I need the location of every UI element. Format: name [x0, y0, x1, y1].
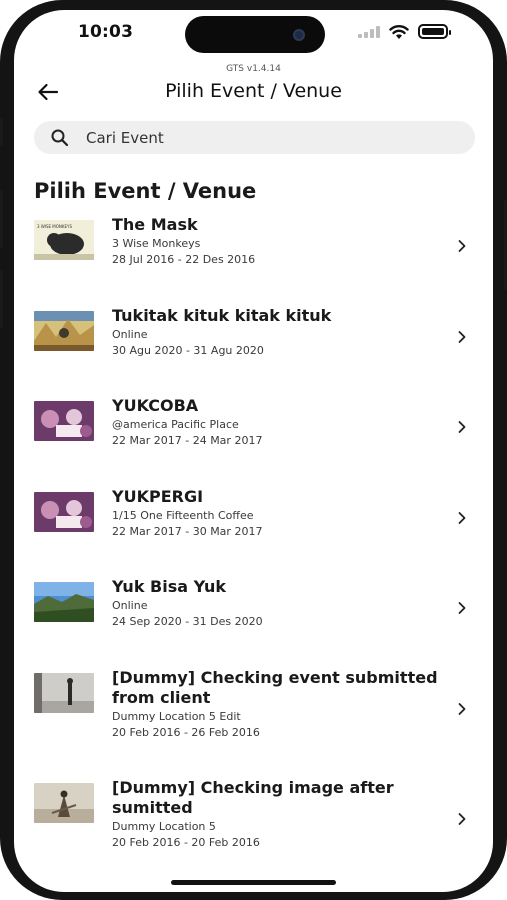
- home-indicator[interactable]: [171, 880, 336, 885]
- event-item-the-mask[interactable]: 3 WISE MONKEYS The Mask 3 Wise Monkeys 2…: [14, 213, 493, 304]
- camera-icon: [293, 29, 305, 41]
- screen: 10:03 GTS v1.4.14 Pilih Event / Venue Ca…: [14, 10, 493, 892]
- side-button-volume-down: [0, 270, 3, 328]
- event-dates: 22 Mar 2017 - 24 Mar 2017: [112, 434, 263, 447]
- event-dates: 30 Agu 2020 - 31 Agu 2020: [112, 343, 264, 357]
- event-dates: 20 Feb 2016 - 26 Feb 2016: [112, 725, 260, 739]
- chevron-right-icon: [458, 602, 466, 614]
- chevron-right-icon: [458, 812, 466, 825]
- event-dates: 28 Jul 2016 - 22 Des 2016: [112, 253, 256, 266]
- event-dates: 24 Sep 2020 - 31 Des 2020: [112, 615, 263, 628]
- event-venue: Dummy Location 5 Edit: [112, 709, 241, 723]
- status-time: 10:03: [78, 22, 134, 42]
- chevron-right-icon: [458, 240, 466, 252]
- event-venue: Dummy Location 5: [112, 819, 216, 833]
- phone-frame: 10:03 GTS v1.4.14 Pilih Event / Venue Ca…: [0, 0, 507, 900]
- event-thumbnail: [34, 782, 94, 823]
- event-dates: 22 Mar 2017 - 30 Mar 2017: [112, 524, 263, 538]
- chevron-right-icon: [458, 421, 466, 433]
- event-venue: Online: [112, 599, 148, 612]
- section-title: Pilih Event / Venue: [34, 179, 257, 203]
- search-icon: [51, 129, 69, 147]
- side-button-silent: [0, 118, 3, 146]
- cellular-signal-icon: [358, 26, 388, 38]
- event-thumbnail: [34, 672, 94, 713]
- event-item-dummy-checking-event[interactable]: [Dummy] Checking event submitted from cl…: [14, 666, 493, 776]
- event-title: YUKPERGI: [112, 486, 204, 506]
- chevron-right-icon: [458, 511, 466, 524]
- event-thumbnail: 3 WISE MONKEYS: [34, 220, 94, 260]
- dynamic-island: [185, 16, 325, 53]
- event-item-yukcoba[interactable]: YUKCOBA @america Pacific Place 22 Mar 20…: [14, 394, 493, 485]
- event-list: 3 WISE MONKEYS The Mask 3 Wise Monkeys 2…: [14, 213, 493, 876]
- event-title: [Dummy] Checking event submitted from cl…: [112, 667, 438, 707]
- thumbnail-caption: 3 WISE MONKEYS: [37, 224, 72, 229]
- event-venue: @america Pacific Place: [112, 418, 239, 431]
- battery-icon: [418, 24, 451, 39]
- event-thumbnail: [34, 491, 94, 532]
- event-title: Yuk Bisa Yuk: [112, 577, 227, 596]
- event-item-yukpergi[interactable]: YUKPERGI 1/15 One Fifteenth Coffee 22 Ma…: [14, 485, 493, 576]
- event-item-dummy-checking-image[interactable]: [Dummy] Checking image after sumitted Du…: [14, 776, 493, 876]
- event-venue: 1/15 One Fifteenth Coffee: [112, 508, 254, 522]
- event-item-tukitak[interactable]: Tukitak kituk kitak kituk Online 30 Agu …: [14, 304, 493, 395]
- event-dates: 20 Feb 2016 - 20 Feb 2016: [112, 835, 260, 849]
- event-thumbnail: [34, 310, 94, 351]
- event-title: Tukitak kituk kitak kituk: [112, 305, 332, 325]
- event-title: YUKCOBA: [112, 396, 199, 415]
- event-title: [Dummy] Checking image after sumitted: [112, 777, 394, 817]
- wifi-icon: [389, 24, 409, 40]
- chevron-right-icon: [458, 330, 466, 343]
- app-version: GTS v1.4.14: [226, 64, 281, 74]
- event-thumbnail: [34, 401, 94, 441]
- search-bar[interactable]: [34, 121, 475, 154]
- event-venue: Online: [112, 327, 148, 341]
- event-item-yuk-bisa-yuk[interactable]: Yuk Bisa Yuk Online 24 Sep 2020 - 31 Des…: [14, 575, 493, 666]
- event-thumbnail: [34, 582, 94, 622]
- search-input[interactable]: [86, 121, 456, 154]
- event-title: The Mask: [112, 215, 198, 234]
- chevron-right-icon: [458, 702, 466, 715]
- event-venue: 3 Wise Monkeys: [112, 237, 201, 250]
- side-button-volume-up: [0, 190, 3, 248]
- page-title: Pilih Event / Venue: [165, 80, 342, 102]
